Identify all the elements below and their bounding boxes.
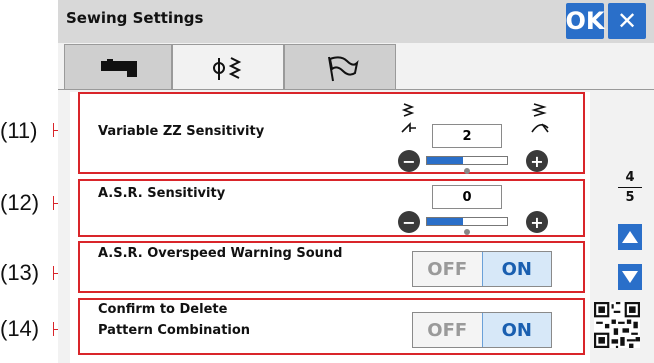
setting-asr-sensitivity: A.S.R. Sensitivity 0 − + (78, 179, 585, 237)
asr-sensitivity-slider-marker (464, 229, 470, 235)
asr-sensitivity-label: A.S.R. Sensitivity (98, 186, 226, 201)
tab-divider (58, 89, 654, 90)
tab-machine[interactable] (64, 44, 172, 90)
asr-overspeed-label: A.S.R. Overspeed Warning Sound (98, 246, 343, 261)
arrow-up-icon (622, 231, 638, 243)
callout-14: (14) (0, 316, 40, 341)
variable-zz-plus-button[interactable]: + (526, 150, 548, 172)
confirm-delete-off-button[interactable]: OFF (413, 313, 482, 347)
callout-11: (11) (0, 118, 38, 143)
asr-sensitivity-slider-fill (427, 218, 463, 225)
variable-zz-value: 2 (432, 124, 502, 148)
flag-icon (328, 56, 359, 82)
asr-sensitivity-value: 0 (432, 185, 502, 209)
tab-stitch[interactable] (172, 44, 284, 90)
variable-zz-slider-marker (464, 168, 470, 174)
zz-wide-icon (531, 103, 549, 133)
variable-zz-slider[interactable] (426, 156, 508, 165)
title-bar: Sewing Settings OK ✕ (58, 0, 654, 43)
page-total: 5 (625, 190, 635, 205)
setting-confirm-delete: Confirm to Delete Pattern Combination OF… (78, 298, 585, 355)
settings-panel: Variable ZZ Sensitivity 2 − + A.S.R. Sen… (70, 92, 590, 363)
close-button[interactable]: ✕ (608, 3, 646, 39)
setting-variable-zz: Variable ZZ Sensitivity 2 − + (78, 92, 585, 174)
variable-zz-slider-fill (427, 157, 463, 164)
page-down-button[interactable] (618, 264, 642, 290)
callout-12: (12) (0, 190, 40, 215)
confirm-delete-label: Confirm to Delete Pattern Combination (98, 302, 250, 339)
page-indicator: 4 5 (618, 170, 642, 205)
ok-button[interactable]: OK (566, 3, 605, 39)
confirm-delete-label-line1: Confirm to Delete (98, 302, 228, 317)
page-current: 4 (625, 170, 635, 185)
confirm-delete-on-button[interactable]: ON (481, 313, 551, 347)
callout-13: (13) (0, 260, 40, 285)
confirm-delete-toggle[interactable]: OFF ON (412, 312, 552, 348)
asr-overspeed-on-button[interactable]: ON (481, 252, 551, 286)
asr-sensitivity-plus-button[interactable]: + (526, 211, 548, 233)
asr-sensitivity-slider[interactable] (426, 217, 508, 226)
stitch-icon (213, 57, 242, 80)
tab-flag[interactable] (284, 44, 396, 90)
qr-code-icon (594, 302, 640, 348)
variable-zz-label: Variable ZZ Sensitivity (98, 124, 265, 139)
asr-overspeed-off-button[interactable]: OFF (413, 252, 482, 286)
close-icon: ✕ (616, 7, 638, 35)
arrow-down-icon (622, 271, 638, 283)
asr-sensitivity-minus-button[interactable]: − (398, 211, 420, 233)
confirm-delete-label-line2: Pattern Combination (98, 323, 251, 338)
page-up-button[interactable] (618, 224, 642, 250)
zz-narrow-icon (401, 103, 416, 133)
variable-zz-minus-button[interactable]: − (398, 150, 420, 172)
sewing-settings-screen: Sewing Settings OK ✕ Variable ZZ Sensiti… (58, 0, 654, 363)
setting-asr-overspeed: A.S.R. Overspeed Warning Sound OFF ON (78, 241, 585, 293)
page-divider (618, 187, 642, 188)
sewing-machine-icon (101, 59, 137, 77)
asr-overspeed-toggle[interactable]: OFF ON (412, 251, 552, 287)
page-title: Sewing Settings (66, 9, 204, 27)
